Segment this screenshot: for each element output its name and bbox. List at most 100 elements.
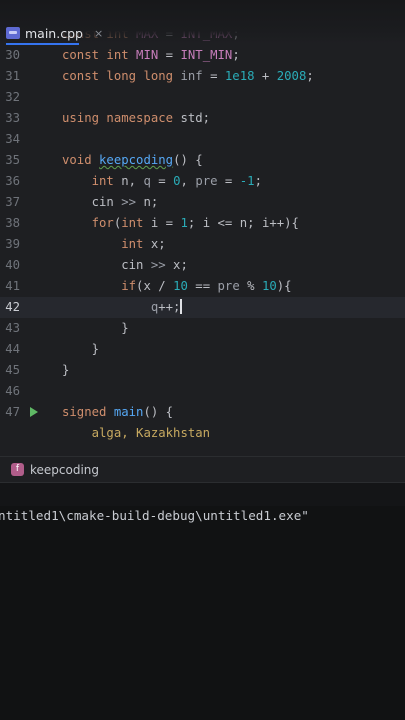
code-token: } bbox=[62, 321, 129, 335]
line-number: 45 bbox=[5, 363, 20, 377]
code-token: int bbox=[106, 48, 137, 62]
code-token: 2008 bbox=[276, 69, 307, 83]
code-token: i = bbox=[150, 216, 181, 230]
code-token: n; bbox=[136, 195, 159, 209]
cpp-file-icon bbox=[6, 27, 20, 39]
code-token: INT_MIN bbox=[180, 48, 233, 62]
code-line[interactable]: alga, Kazakhstan bbox=[0, 423, 405, 444]
code-text: const int MIN = INT_MIN; bbox=[62, 45, 240, 66]
code-token: ; i <= n; i++){ bbox=[187, 216, 299, 230]
code-token: = bbox=[202, 69, 225, 83]
code-token: const bbox=[62, 48, 107, 62]
run-panel-header bbox=[0, 482, 405, 506]
code-token: int bbox=[91, 174, 122, 188]
code-token: cin bbox=[62, 195, 122, 209]
code-text: } bbox=[62, 339, 99, 360]
code-line[interactable]: 31 const long long inf = 1e18 + 2008; bbox=[0, 66, 405, 87]
code-token: MIN bbox=[136, 48, 159, 62]
text-caret bbox=[180, 299, 182, 314]
breadcrumb: f keepcoding bbox=[0, 456, 405, 482]
code-line[interactable]: 47 signed main() { bbox=[0, 402, 405, 423]
code-line[interactable]: 40 cin >> x; bbox=[0, 255, 405, 276]
code-token: long long bbox=[106, 69, 181, 83]
breadcrumb-function[interactable]: keepcoding bbox=[30, 463, 99, 477]
code-token: 0 bbox=[173, 174, 181, 188]
code-text: cin >> n; bbox=[62, 192, 159, 213]
code-token: 1 bbox=[180, 216, 188, 230]
active-tab-indicator bbox=[6, 43, 79, 45]
line-number: 46 bbox=[5, 384, 20, 398]
code-text: alga, Kazakhstan bbox=[62, 423, 210, 444]
tab-label: main.cpp bbox=[25, 25, 83, 41]
code-token: pre bbox=[217, 279, 240, 293]
code-token: x; bbox=[150, 237, 166, 251]
code-token: keepcoding bbox=[99, 153, 174, 167]
code-line[interactable]: 46 bbox=[0, 381, 405, 402]
code-text: using namespace std; bbox=[62, 108, 210, 129]
line-number: 37 bbox=[5, 195, 20, 209]
code-text: signed main() { bbox=[62, 402, 173, 423]
code-text: } bbox=[62, 360, 69, 381]
line-number: 40 bbox=[5, 258, 20, 272]
code-token: using namespace bbox=[62, 111, 181, 125]
code-line[interactable]: 35 void keepcoding() { bbox=[0, 150, 405, 171]
code-token: (x / bbox=[136, 279, 174, 293]
code-editor[interactable]: 29const int MAX = INT_MAX;30const int MI… bbox=[0, 0, 405, 456]
code-token: () { bbox=[143, 405, 174, 419]
code-token: ){ bbox=[276, 279, 292, 293]
code-text: for(int i = 1; i <= n; i++){ bbox=[62, 213, 299, 234]
code-token: q bbox=[143, 174, 151, 188]
code-token: == bbox=[187, 279, 218, 293]
code-line[interactable]: 36 int n, q = 0, pre = -1; bbox=[0, 171, 405, 192]
run-console[interactable]: ntitled1\cmake-build-debug\untitled1.exe… bbox=[0, 506, 405, 720]
line-number: 42 bbox=[5, 300, 20, 314]
code-text: int x; bbox=[62, 234, 166, 255]
code-token: = bbox=[158, 48, 181, 62]
code-token: + bbox=[254, 69, 277, 83]
code-text: const long long inf = 1e18 + 2008; bbox=[62, 66, 314, 87]
run-icon[interactable] bbox=[30, 407, 38, 417]
code-token: () { bbox=[173, 153, 203, 167]
code-token: void bbox=[62, 153, 100, 167]
code-token: ++; bbox=[158, 300, 181, 314]
code-line[interactable]: 30 const int MIN = INT_MIN; bbox=[0, 45, 405, 66]
code-line[interactable]: 33 using namespace std; bbox=[0, 108, 405, 129]
code-lines: 29const int MAX = INT_MAX;30const int MI… bbox=[0, 24, 405, 444]
code-token: inf bbox=[180, 69, 203, 83]
code-line[interactable]: 45} bbox=[0, 360, 405, 381]
code-line[interactable]: 32 bbox=[0, 87, 405, 108]
line-number: 41 bbox=[5, 279, 20, 293]
code-line[interactable]: 37 cin >> n; bbox=[0, 192, 405, 213]
line-number: 34 bbox=[5, 132, 20, 146]
code-token: ; bbox=[232, 48, 240, 62]
line-number: 36 bbox=[5, 174, 20, 188]
code-line[interactable]: 42 q++; bbox=[0, 297, 405, 318]
code-line[interactable]: 39 int x; bbox=[0, 234, 405, 255]
code-text: } bbox=[62, 318, 129, 339]
line-number: 35 bbox=[5, 153, 20, 167]
code-token: cin bbox=[62, 258, 151, 272]
code-token: std; bbox=[180, 111, 211, 125]
code-token: , bbox=[180, 174, 196, 188]
close-icon[interactable]: × bbox=[94, 27, 103, 40]
code-text: void keepcoding() { bbox=[62, 150, 203, 171]
code-token: 10 bbox=[261, 279, 277, 293]
code-line[interactable]: 34 bbox=[0, 129, 405, 150]
function-icon: f bbox=[11, 463, 24, 476]
code-token: alga, Kazakhstan bbox=[91, 426, 211, 440]
code-line[interactable]: 41 if(x / 10 == pre % 10){ bbox=[0, 276, 405, 297]
code-token: int bbox=[121, 237, 151, 251]
code-line[interactable]: 38 for(int i = 1; i <= n; i++){ bbox=[0, 213, 405, 234]
code-line[interactable]: 44 } bbox=[0, 339, 405, 360]
code-text: if(x / 10 == pre % 10){ bbox=[62, 276, 292, 297]
console-output: ntitled1\cmake-build-debug\untitled1.exe… bbox=[0, 508, 309, 523]
line-number: 47 bbox=[5, 405, 20, 419]
tab-main-cpp[interactable]: main.cpp × bbox=[6, 22, 109, 44]
code-token: x; bbox=[165, 258, 188, 272]
code-text: int n, q = 0, pre = -1; bbox=[62, 171, 262, 192]
code-line[interactable]: 43 } bbox=[0, 318, 405, 339]
